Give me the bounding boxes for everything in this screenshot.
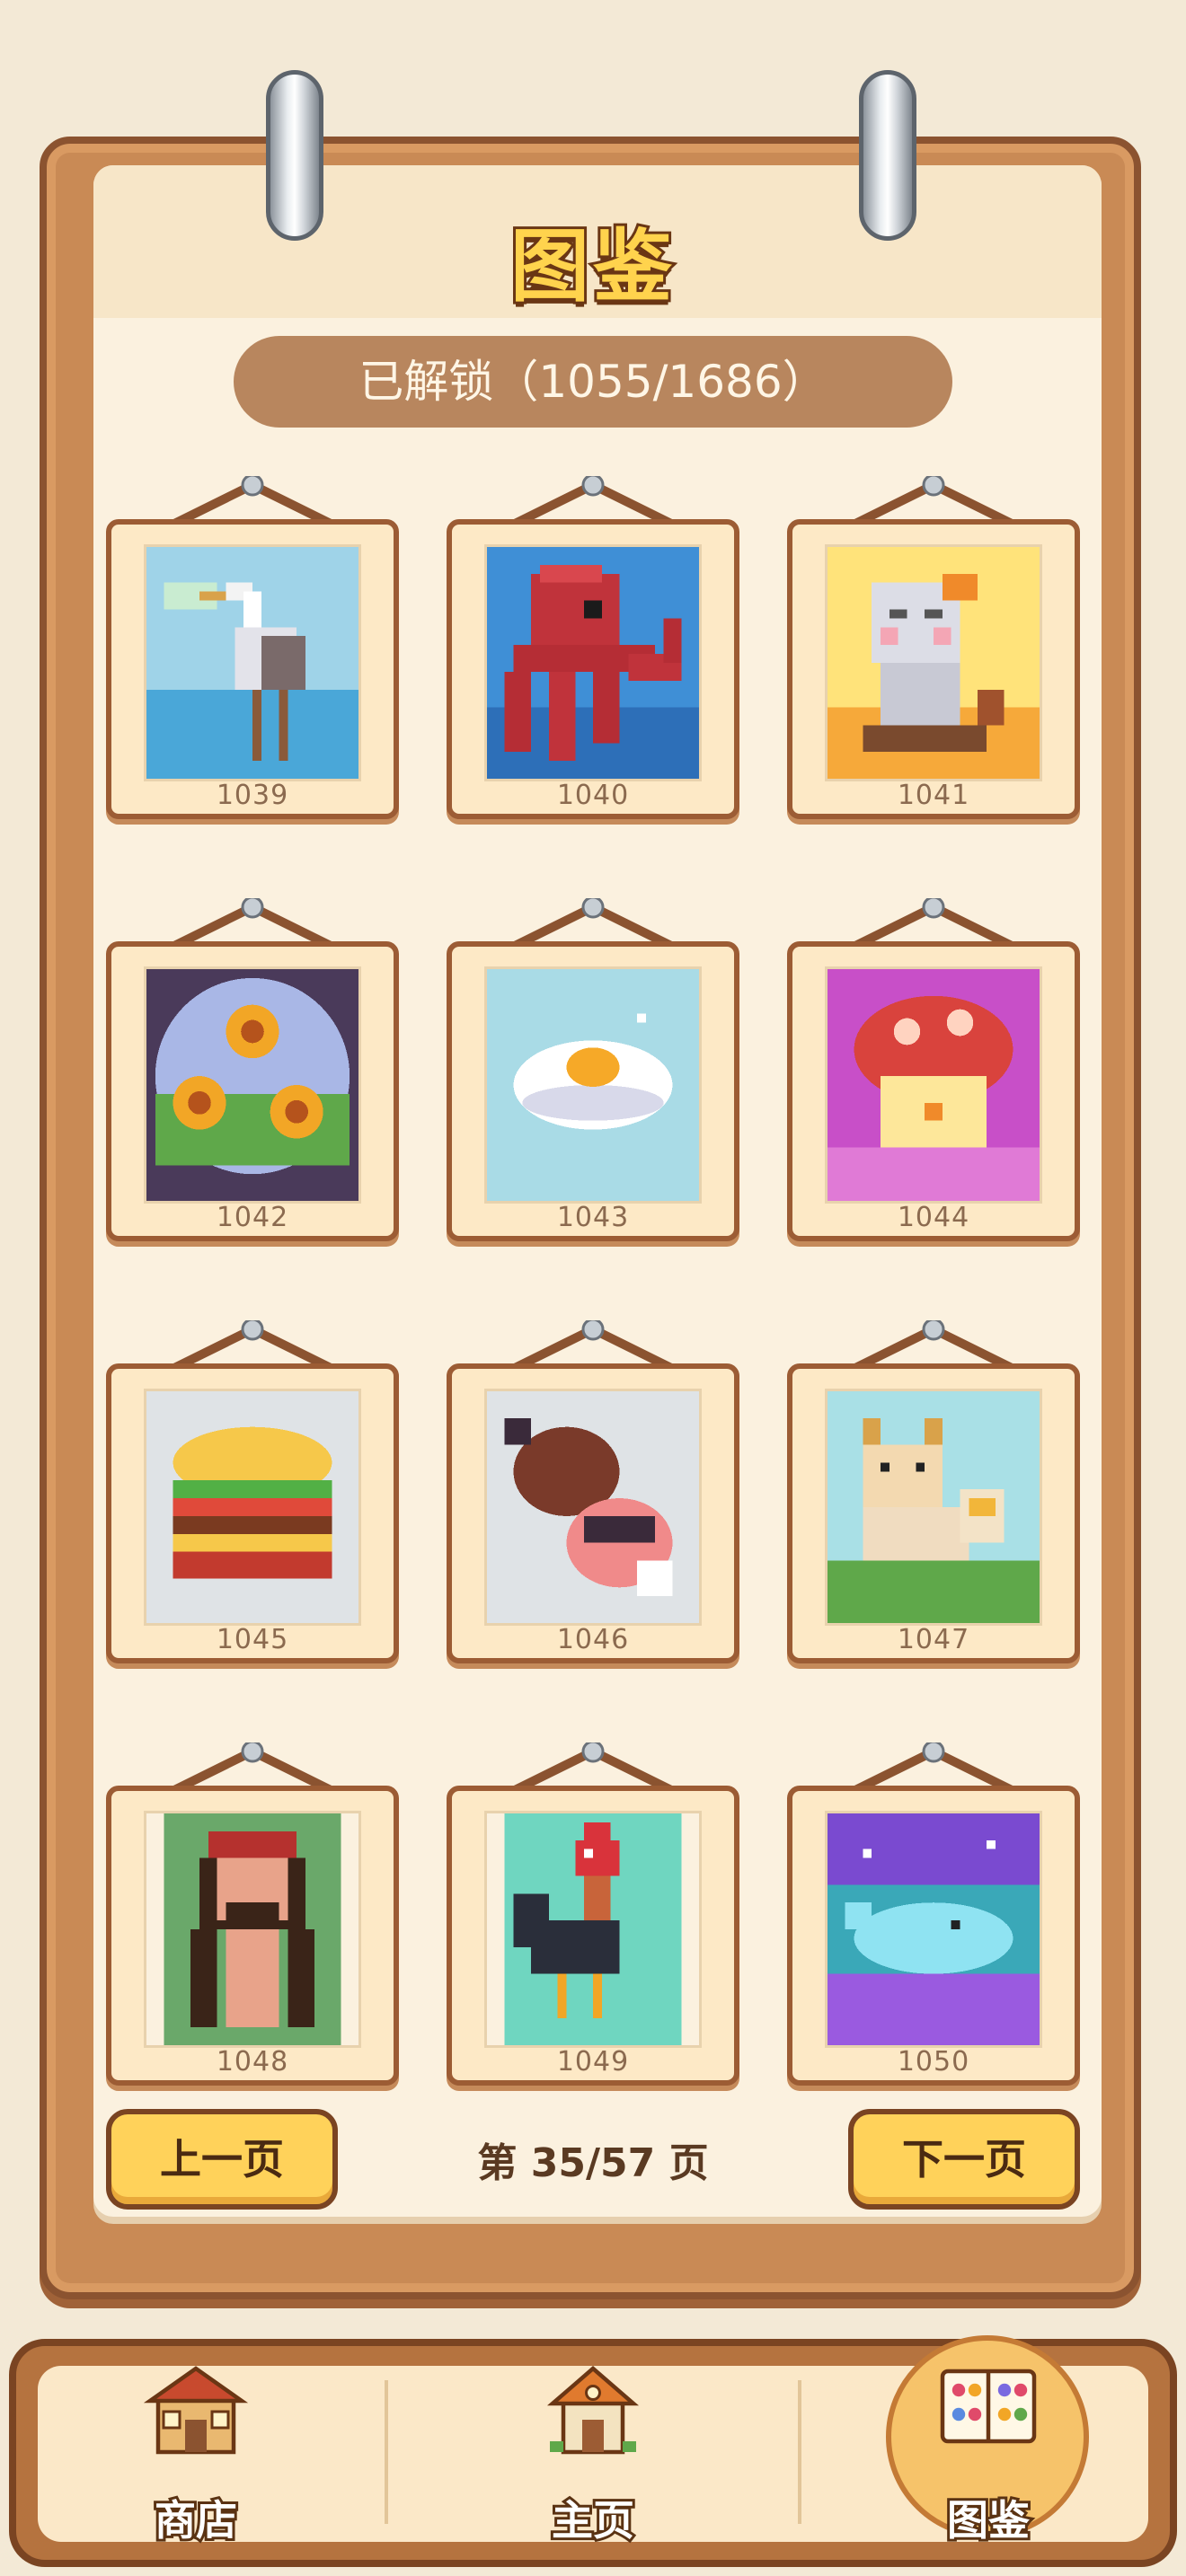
nav-label-home: 主页 bbox=[549, 2493, 637, 2547]
item-number: 1047 bbox=[897, 1624, 970, 1655]
gallery-item[interactable]: 1044 bbox=[787, 898, 1080, 1243]
gallery-item[interactable]: 1041 bbox=[787, 476, 1080, 821]
artwork-character bbox=[825, 544, 1042, 781]
gallery-item[interactable]: 1047 bbox=[787, 1320, 1080, 1665]
item-number: 1043 bbox=[556, 1202, 630, 1233]
item-number: 1042 bbox=[216, 1202, 289, 1233]
artwork-sunflowers bbox=[144, 966, 361, 1204]
gallery-item[interactable]: 1046 bbox=[447, 1320, 739, 1665]
gallery-item[interactable]: 1040 bbox=[447, 476, 739, 821]
unlocked-count-badge: 已解锁（1055/1686） bbox=[234, 336, 952, 428]
next-page-button[interactable]: 下一页 bbox=[848, 2109, 1080, 2210]
item-number: 1040 bbox=[556, 780, 630, 811]
gallery-item[interactable]: 1050 bbox=[787, 1742, 1080, 2087]
gallery-item[interactable]: 1048 bbox=[106, 1742, 399, 2087]
item-number: 1046 bbox=[556, 1624, 630, 1655]
page-indicator: 第 35/57 页 bbox=[477, 2140, 709, 2186]
artwork-corgi bbox=[825, 1389, 1042, 1626]
gallery-item[interactable]: 1039 bbox=[106, 476, 399, 821]
item-number: 1048 bbox=[216, 2046, 289, 2078]
artwork-octopus bbox=[484, 544, 702, 781]
prev-page-button[interactable]: 上一页 bbox=[106, 2109, 338, 2210]
artwork-meat-leg bbox=[484, 1389, 702, 1626]
item-number: 1050 bbox=[897, 2046, 970, 2078]
nav-label-shop: 商店 bbox=[152, 2493, 240, 2547]
shop-icon bbox=[143, 2366, 249, 2455]
artwork-heron bbox=[144, 544, 361, 781]
artwork-fried-egg bbox=[484, 966, 702, 1204]
gallery-item[interactable]: 1045 bbox=[106, 1320, 399, 1665]
item-number: 1041 bbox=[897, 780, 970, 811]
item-number: 1039 bbox=[216, 780, 289, 811]
nav-label-collection: 图鉴 bbox=[944, 2493, 1032, 2547]
artwork-rooster bbox=[484, 1811, 702, 2048]
item-number: 1045 bbox=[216, 1624, 289, 1655]
nav-divider bbox=[798, 2380, 801, 2524]
gallery-item[interactable]: 1042 bbox=[106, 898, 399, 1243]
artwork-pirate bbox=[144, 1811, 361, 2048]
gallery-item[interactable]: 1043 bbox=[447, 898, 739, 1243]
nav-item-shop[interactable]: 商店 bbox=[88, 2346, 304, 2562]
artwork-hamburger bbox=[144, 1389, 361, 1626]
home-icon bbox=[546, 2366, 640, 2455]
page-title: 图鉴 bbox=[508, 217, 676, 315]
nav-item-collection[interactable]: 图鉴 bbox=[881, 2346, 1096, 2562]
artwork-mushroom bbox=[825, 966, 1042, 1204]
nav-item-home[interactable]: 主页 bbox=[485, 2346, 701, 2562]
gallery-item[interactable]: 1049 bbox=[447, 1742, 739, 2087]
collection-book-icon bbox=[940, 2369, 1037, 2444]
nav-divider bbox=[385, 2380, 388, 2524]
item-number: 1044 bbox=[897, 1202, 970, 1233]
artwork-whale bbox=[825, 1811, 1042, 2048]
item-number: 1049 bbox=[556, 2046, 630, 2078]
